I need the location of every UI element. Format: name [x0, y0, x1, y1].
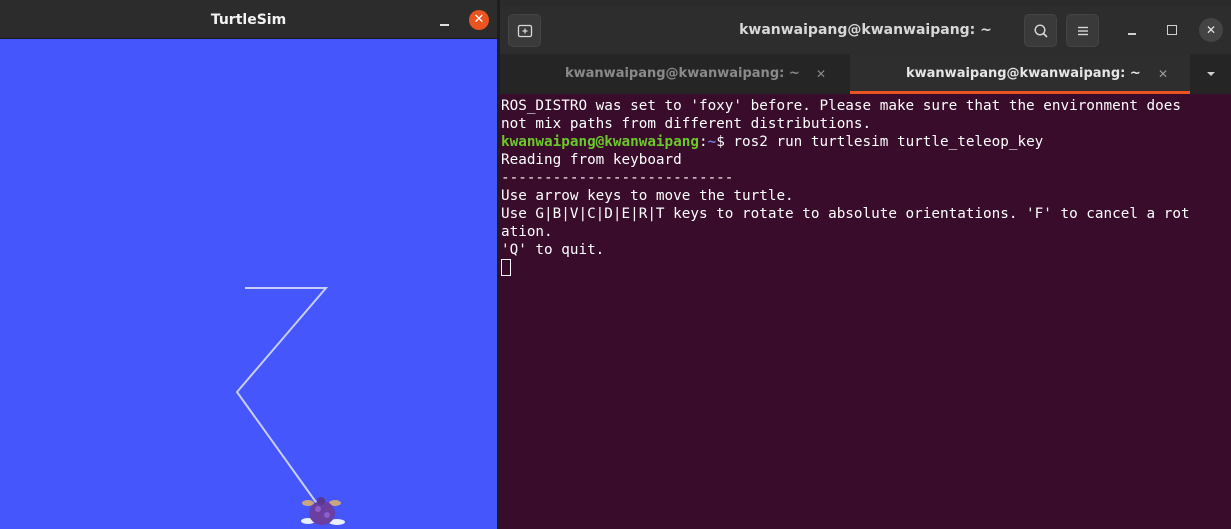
terminal-line: Use arrow keys to move the turtle.	[501, 188, 794, 204]
menu-button[interactable]	[1066, 14, 1099, 47]
maximize-icon[interactable]	[1160, 18, 1184, 42]
tab-terminal-2[interactable]: kwanwaipang@kwanwaipang: ~ ✕	[850, 54, 1190, 94]
new-tab-button[interactable]	[508, 14, 541, 47]
chevron-down-icon[interactable]	[1204, 68, 1218, 80]
terminal-line: Reading from keyboard	[501, 152, 682, 168]
tab-label: kwanwaipang@kwanwaipang: ~	[565, 66, 800, 81]
turtlesim-titlebar[interactable]: TurtleSim ✕	[0, 0, 497, 39]
terminal-output[interactable]: ROS_DISTRO was set to 'foxy' before. Ple…	[500, 94, 1231, 529]
terminal-tabbar: kwanwaipang@kwanwaipang: ~ ✕ kwanwaipang…	[500, 54, 1231, 94]
terminal-line: not mix paths from different distributio…	[501, 116, 872, 132]
terminal-cursor-line	[501, 259, 1231, 277]
terminal-prompt-line: kwanwaipang@kwanwaipang:~$ ros2 run turt…	[501, 133, 1231, 151]
hamburger-menu-icon	[1078, 26, 1088, 36]
terminal-window: kwanwaipang@kwanwaipang: ~ ✕ kwanwaipang…	[500, 6, 1231, 529]
prompt-command: ros2 run turtlesim turtle_teleop_key	[733, 134, 1044, 150]
terminal-line: ROS_DISTRO was set to 'foxy' before. Ple…	[501, 98, 1181, 114]
search-icon	[1034, 24, 1048, 38]
close-icon[interactable]: ✕	[1199, 18, 1223, 42]
search-button[interactable]	[1024, 14, 1057, 47]
tab-terminal-1[interactable]: kwanwaipang@kwanwaipang: ~ ✕	[500, 54, 850, 94]
close-icon[interactable]: ✕	[469, 10, 489, 30]
terminal-line: ---------------------------	[501, 170, 734, 186]
minimize-icon[interactable]	[1120, 18, 1144, 42]
minimize-icon[interactable]	[432, 9, 456, 31]
terminal-line: 'Q' to quit.	[501, 242, 605, 258]
prompt-symbol: $	[716, 134, 734, 150]
terminal-cursor	[501, 259, 511, 276]
terminal-line: Use G|B|V|C|D|E|R|T keys to rotate to ab…	[501, 206, 1190, 222]
turtlesim-canvas	[235, 287, 345, 525]
new-tab-icon	[517, 24, 533, 38]
terminal-headerbar[interactable]: kwanwaipang@kwanwaipang: ~ ✕	[500, 6, 1231, 54]
prompt-path: ~	[707, 134, 717, 150]
tab-label: kwanwaipang@kwanwaipang: ~	[906, 66, 1141, 81]
tab-close-icon[interactable]: ✕	[816, 54, 826, 94]
tab-close-icon[interactable]: ✕	[1158, 54, 1168, 94]
turtlesim-title: TurtleSim	[210, 12, 287, 28]
terminal-line: ation.	[501, 224, 553, 240]
turtle-icon	[301, 497, 345, 525]
turtle-trail	[235, 287, 329, 506]
prompt-separator: :	[698, 134, 708, 150]
prompt-user: kwanwaipang@kwanwaipang	[501, 134, 699, 150]
turtlesim-window: TurtleSim ✕	[0, 0, 497, 529]
